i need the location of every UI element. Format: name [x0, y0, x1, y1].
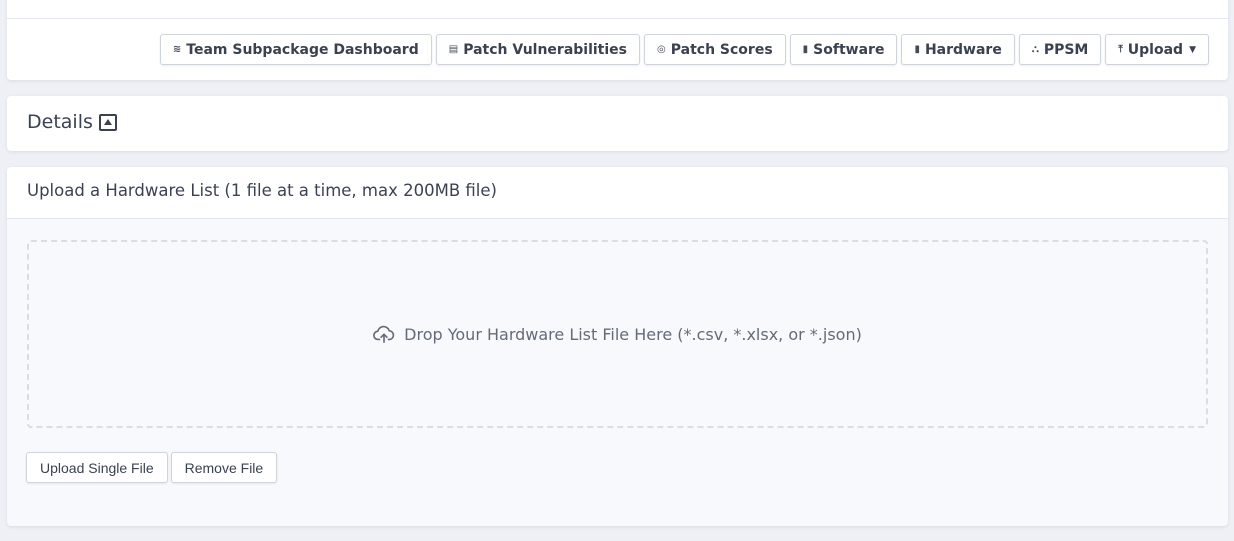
caret-down-icon: ▼ [1189, 44, 1196, 55]
clipboard-icon: ▮ [802, 43, 809, 55]
layers-icon: ≋ [172, 43, 182, 55]
upload-card-header: Upload a Hardware List (1 file at a time… [7, 167, 1228, 219]
button-label: Patch Vulnerabilities [463, 41, 628, 58]
hardware-button[interactable]: ▮ Hardware [901, 34, 1015, 65]
ppsm-button[interactable]: ⛬ PPSM [1018, 34, 1102, 65]
upload-icon: ⤒ [1118, 43, 1123, 55]
team-subpackage-dashboard-button[interactable]: ≋ Team Subpackage Dashboard [159, 34, 432, 65]
patch-vulnerabilities-button[interactable]: ▤ Patch Vulnerabilities [435, 34, 641, 65]
upload-dropdown-button[interactable]: ⤒ Upload ▼ [1105, 34, 1209, 65]
details-header[interactable]: Details [27, 111, 117, 133]
clipboard-icon: ▮ [914, 43, 920, 55]
upload-card: Upload a Hardware List (1 file at a time… [7, 167, 1228, 526]
button-label: PPSM [1043, 41, 1089, 58]
patch-scores-button[interactable]: ◎ Patch Scores [644, 34, 786, 65]
toolbar-card: ≋ Team Subpackage Dashboard ▤ Patch Vuln… [7, 0, 1228, 80]
remove-file-button[interactable]: Remove File [170, 452, 278, 483]
button-label: Patch Scores [670, 41, 773, 58]
upload-actions: Upload Single File Remove File [26, 452, 278, 483]
button-label: Software [813, 41, 885, 58]
divider [7, 18, 1228, 19]
button-label: Upload [1127, 41, 1184, 58]
cloud-upload-icon [373, 325, 395, 343]
button-label: Hardware [924, 41, 1002, 58]
sitemap-icon: ⛬ [1031, 43, 1039, 55]
dropzone-text: Drop Your Hardware List File Here (*.csv… [404, 324, 862, 344]
server-icon: ▤ [448, 43, 459, 55]
file-dropzone[interactable]: Drop Your Hardware List File Here (*.csv… [27, 240, 1208, 428]
button-label: Team Subpackage Dashboard [186, 41, 419, 58]
details-title: Details [27, 111, 93, 133]
upload-card-title: Upload a Hardware List (1 file at a time… [27, 181, 497, 200]
software-button[interactable]: ▮ Software [789, 34, 898, 65]
upload-single-file-button[interactable]: Upload Single File [26, 452, 168, 483]
target-icon: ◎ [657, 43, 666, 55]
details-card: Details [7, 96, 1228, 151]
nav-toolbar: ≋ Team Subpackage Dashboard ▤ Patch Vuln… [159, 34, 1209, 65]
collapse-up-icon[interactable] [98, 113, 117, 131]
